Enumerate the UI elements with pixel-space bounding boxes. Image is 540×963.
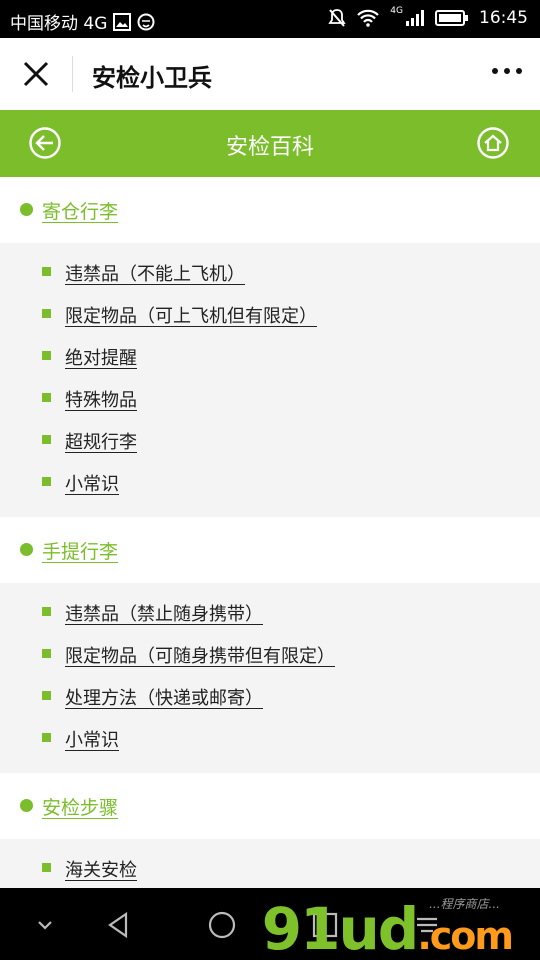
item-link[interactable]: 小常识 xyxy=(65,726,119,752)
item-link[interactable]: 限定物品（可上飞机但有限定） xyxy=(65,302,317,328)
more-dot xyxy=(492,68,498,74)
watermark-tagline: ...程序商店... xyxy=(429,897,500,911)
page-title: 安检百科 xyxy=(225,135,314,160)
mute-icon xyxy=(328,9,346,27)
bullet-dot-icon xyxy=(20,203,33,216)
list-item[interactable]: 绝对提醒 xyxy=(0,339,540,381)
bullet-square-icon xyxy=(42,435,51,444)
back-triangle-icon[interactable] xyxy=(104,910,134,940)
signal-icon xyxy=(406,10,424,26)
bullet-dot-icon xyxy=(20,543,33,556)
item-link[interactable]: 违禁品（不能上飞机） xyxy=(65,260,245,286)
section-heading[interactable]: 手提行李 xyxy=(0,517,540,583)
page-header: 安检百科 xyxy=(0,110,540,177)
item-link[interactable]: 违禁品（禁止随身携带） xyxy=(65,600,263,626)
title-divider xyxy=(72,56,73,92)
list-item[interactable]: 违禁品（禁止随身携带） xyxy=(0,595,540,637)
section-items: 违禁品（禁止随身携带） 限定物品（可随身携带但有限定） 处理方法（快递或邮寄） … xyxy=(0,583,540,773)
bullet-square-icon xyxy=(42,607,51,616)
section-heading[interactable]: 寄仓行李 xyxy=(0,177,540,243)
status-bar: 中国移动 4G 4G 16:45 xyxy=(0,0,540,38)
list-item[interactable]: 特殊物品 xyxy=(0,381,540,423)
item-link[interactable]: 特殊物品 xyxy=(65,386,137,412)
bullet-square-icon xyxy=(42,267,51,276)
item-link[interactable]: 海关安检 xyxy=(65,856,137,882)
encyclopedia-list: 寄仓行李 违禁品（不能上飞机） 限定物品（可上飞机但有限定） 绝对提醒 特殊物品… xyxy=(0,177,540,888)
bullet-square-icon xyxy=(42,351,51,360)
watermark-domain: .com xyxy=(417,914,514,958)
section-items: 违禁品（不能上飞机） 限定物品（可上飞机但有限定） 绝对提醒 特殊物品 超规行李… xyxy=(0,243,540,517)
section-link[interactable]: 手提行李 xyxy=(42,537,118,564)
bullet-square-icon xyxy=(42,393,51,402)
clock: 16:45 xyxy=(479,8,528,28)
list-item[interactable]: 海关安检 xyxy=(0,851,540,888)
list-item[interactable]: 违禁品（不能上飞机） xyxy=(0,255,540,297)
list-item[interactable]: 限定物品（可随身携带但有限定） xyxy=(0,637,540,679)
battery-icon xyxy=(435,10,468,26)
list-item[interactable]: 小常识 xyxy=(0,465,540,507)
chevron-down-icon[interactable] xyxy=(30,910,60,940)
bullet-square-icon xyxy=(42,477,51,486)
item-link[interactable]: 超规行李 xyxy=(65,428,137,454)
section-link[interactable]: 安检步骤 xyxy=(42,793,118,820)
title-bar: 安检小卫兵 xyxy=(0,38,540,111)
item-link[interactable]: 限定物品（可随身携带但有限定） xyxy=(65,642,335,668)
item-link[interactable]: 小常识 xyxy=(65,470,119,496)
list-item[interactable]: 处理方法（快递或邮寄） xyxy=(0,679,540,721)
bullet-square-icon xyxy=(42,733,51,742)
close-icon[interactable] xyxy=(20,58,52,90)
face-icon xyxy=(137,13,155,30)
bullet-square-icon xyxy=(42,691,51,700)
watermark-brand: 91ud xyxy=(261,895,420,963)
section-heading[interactable]: 安检步骤 xyxy=(0,773,540,839)
more-dot xyxy=(504,68,510,74)
network-type: 4G xyxy=(390,6,403,16)
list-item[interactable]: 小常识 xyxy=(0,721,540,763)
bullet-square-icon xyxy=(42,309,51,318)
home-circle-icon[interactable] xyxy=(207,910,237,940)
more-dot xyxy=(516,68,522,74)
gallery-icon xyxy=(113,12,132,31)
wifi-icon xyxy=(357,9,380,27)
bullet-square-icon xyxy=(42,649,51,658)
carrier-label: 中国移动 4G xyxy=(10,14,108,34)
bullet-square-icon xyxy=(42,863,51,872)
more-button[interactable] xyxy=(492,68,522,74)
item-link[interactable]: 处理方法（快递或邮寄） xyxy=(65,684,263,710)
section-link[interactable]: 寄仓行李 xyxy=(42,197,118,224)
list-item[interactable]: 限定物品（可上飞机但有限定） xyxy=(0,297,540,339)
list-item[interactable]: 超规行李 xyxy=(0,423,540,465)
home-icon[interactable] xyxy=(476,126,510,160)
section-items: 海关安检 xyxy=(0,839,540,888)
bullet-dot-icon xyxy=(20,799,33,812)
item-link[interactable]: 绝对提醒 xyxy=(65,344,137,370)
mini-program-title: 安检小卫兵 xyxy=(92,64,212,92)
